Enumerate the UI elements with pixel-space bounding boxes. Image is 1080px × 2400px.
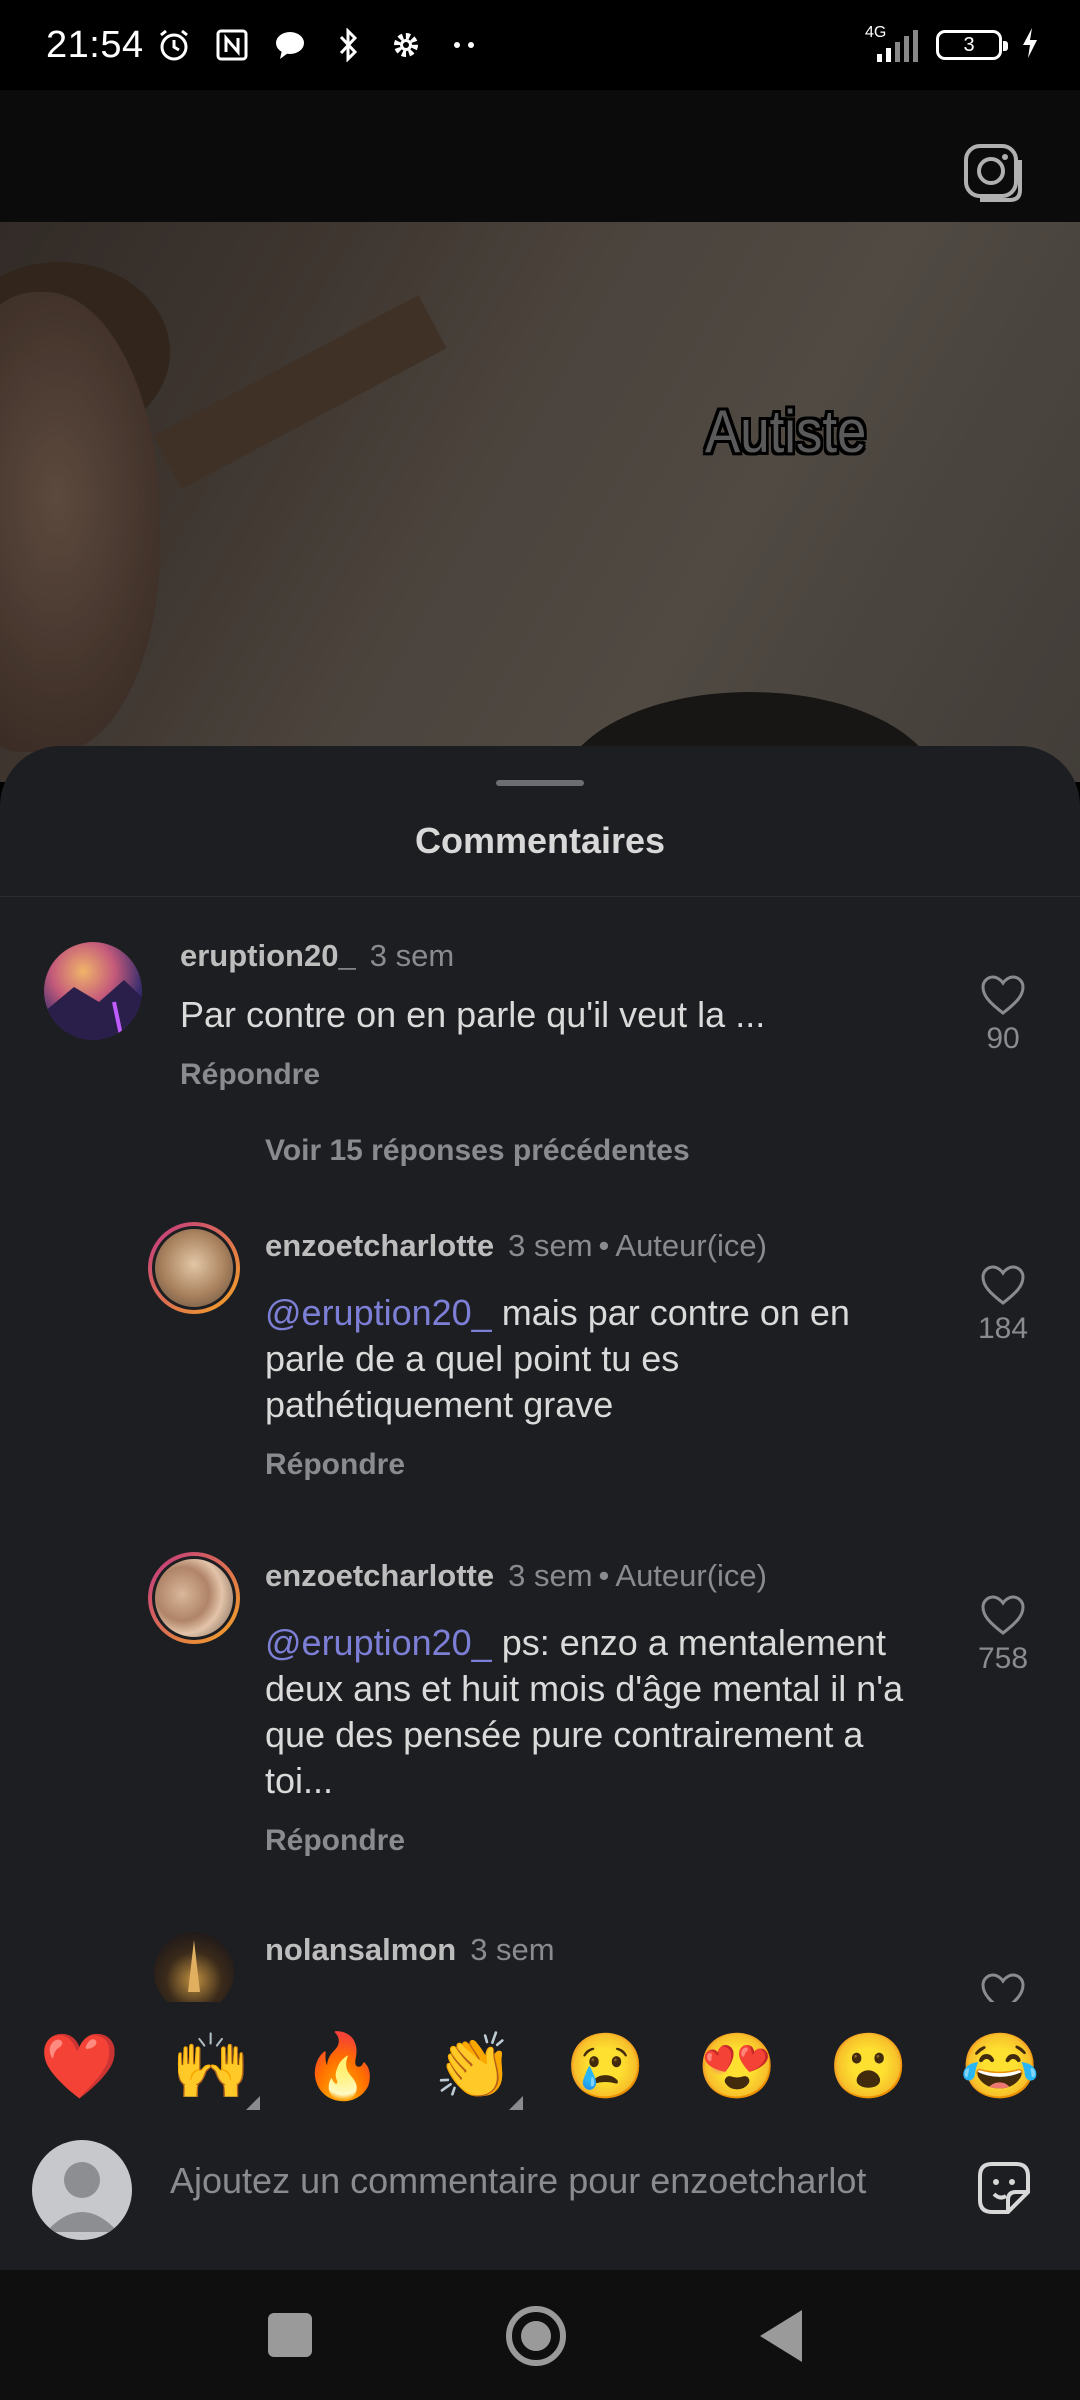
reply-username[interactable]: enzoetcharlotte 3 sem • Auteur(ice) — [265, 1228, 767, 1264]
username-text[interactable]: nolansalmon — [265, 1932, 456, 1967]
divider — [0, 896, 1080, 897]
reply-time: 3 sem — [470, 1932, 555, 1967]
emoji-raised-hands[interactable]: 🙌 — [166, 2029, 261, 2110]
comment-text: Par contre on en parle qu'il veut la ... — [180, 994, 766, 1035]
mention-link[interactable]: @eruption20_ — [265, 1292, 492, 1333]
settings-icon — [388, 27, 424, 63]
user-avatar[interactable] — [32, 2140, 132, 2240]
charging-icon — [1020, 26, 1040, 65]
comment-input[interactable] — [170, 2160, 950, 2202]
reply-button[interactable]: Répondre — [265, 1448, 405, 1482]
sticker-icon[interactable] — [972, 2156, 1036, 2220]
like-button[interactable]: 758 — [968, 1594, 1038, 1676]
status-right: 4G 3 — [863, 24, 1040, 65]
network-type: 4G — [865, 24, 887, 41]
reply-text: @eruption20_ ps: enzo a mentalement deux… — [265, 1620, 925, 1804]
avatar[interactable] — [148, 1222, 240, 1314]
reply-time: 3 sem — [508, 1228, 593, 1263]
home-button[interactable] — [506, 2306, 566, 2366]
like-count: 90 — [986, 1022, 1020, 1055]
back-button[interactable] — [760, 2310, 802, 2362]
emoji-clapping[interactable]: 👏 — [429, 2029, 524, 2110]
battery-indicator: 3 — [936, 30, 1008, 60]
view-previous-replies[interactable]: Voir 15 réponses précédentes — [265, 1134, 690, 1168]
bluetooth-icon — [330, 27, 366, 63]
avatar[interactable] — [44, 942, 142, 1040]
alarm-icon — [156, 27, 192, 63]
skin-tone-indicator — [509, 2095, 524, 2110]
recent-apps-button[interactable] — [268, 2313, 312, 2357]
video-player[interactable]: Autiste — [0, 222, 1080, 782]
reply-username[interactable]: nolansalmon 3 sem — [265, 1932, 555, 1968]
emoji-laughing[interactable]: 😂 — [955, 2029, 1045, 2104]
separator-dot: • — [598, 1228, 610, 1263]
drag-handle[interactable] — [496, 780, 584, 786]
avatar[interactable] — [148, 1552, 240, 1644]
emoji-crying[interactable]: 😢 — [561, 2029, 651, 2104]
system-nav-bar — [0, 2270, 1080, 2400]
heart-icon — [981, 975, 1025, 1015]
heart-icon — [981, 1265, 1025, 1305]
comment-input-row — [0, 2130, 1080, 2270]
reply-button[interactable]: Répondre — [265, 1824, 405, 1858]
username-text[interactable]: enzoetcharlotte — [265, 1228, 494, 1263]
emoji-heart-eyes[interactable]: 😍 — [692, 2029, 782, 2104]
signal-icon: 4G — [863, 24, 918, 62]
emoji-glyph: 🙌 — [171, 2029, 252, 2102]
separator-dot: • — [598, 1558, 610, 1593]
emoji-heart[interactable]: ❤️ — [35, 2029, 125, 2104]
comment-username[interactable]: eruption20_ 3 sem — [180, 938, 454, 974]
comment-time: 3 sem — [369, 938, 455, 973]
emoji-fire[interactable]: 🔥 — [298, 2029, 388, 2104]
author-badge: Auteur(ice) — [615, 1228, 767, 1263]
like-button[interactable]: 90 — [968, 974, 1038, 1056]
video-caption: Autiste — [705, 398, 867, 465]
camera-icon[interactable] — [960, 140, 1024, 204]
like-count: 184 — [977, 1312, 1029, 1345]
status-icons — [156, 27, 482, 63]
status-bar: 21:54 4G 3 — [0, 0, 1080, 90]
username-text[interactable]: eruption20_ — [180, 938, 356, 973]
status-time: 21:54 — [46, 23, 144, 66]
reply-username[interactable]: enzoetcharlotte 3 sem • Auteur(ice) — [265, 1558, 767, 1594]
sheet-title: Commentaires — [414, 820, 666, 861]
nfc-icon — [214, 27, 250, 63]
emoji-glyph: 👏 — [434, 2029, 515, 2102]
like-count: 758 — [977, 1642, 1029, 1675]
reply-time: 3 sem — [508, 1558, 593, 1593]
emoji-reaction-bar: ❤️ 🙌 🔥 👏 😢 😍 😮 😂 — [0, 2002, 1080, 2130]
reply-button[interactable]: Répondre — [180, 1058, 320, 1092]
emoji-surprised[interactable]: 😮 — [824, 2029, 914, 2104]
video-overlay — [0, 222, 1080, 782]
heart-icon — [981, 1595, 1025, 1635]
skin-tone-indicator — [246, 2095, 261, 2110]
top-bar — [0, 90, 1080, 222]
chat-bubble-icon — [272, 27, 308, 63]
mention-link[interactable]: @eruption20_ — [265, 1622, 492, 1663]
more-dots-icon — [446, 27, 482, 63]
author-badge: Auteur(ice) — [615, 1558, 767, 1593]
avatar[interactable] — [154, 1932, 234, 2012]
like-button[interactable]: 184 — [968, 1264, 1038, 1346]
reply-text: @eruption20_ mais par contre on en parle… — [265, 1290, 925, 1428]
username-text[interactable]: enzoetcharlotte — [265, 1558, 494, 1593]
